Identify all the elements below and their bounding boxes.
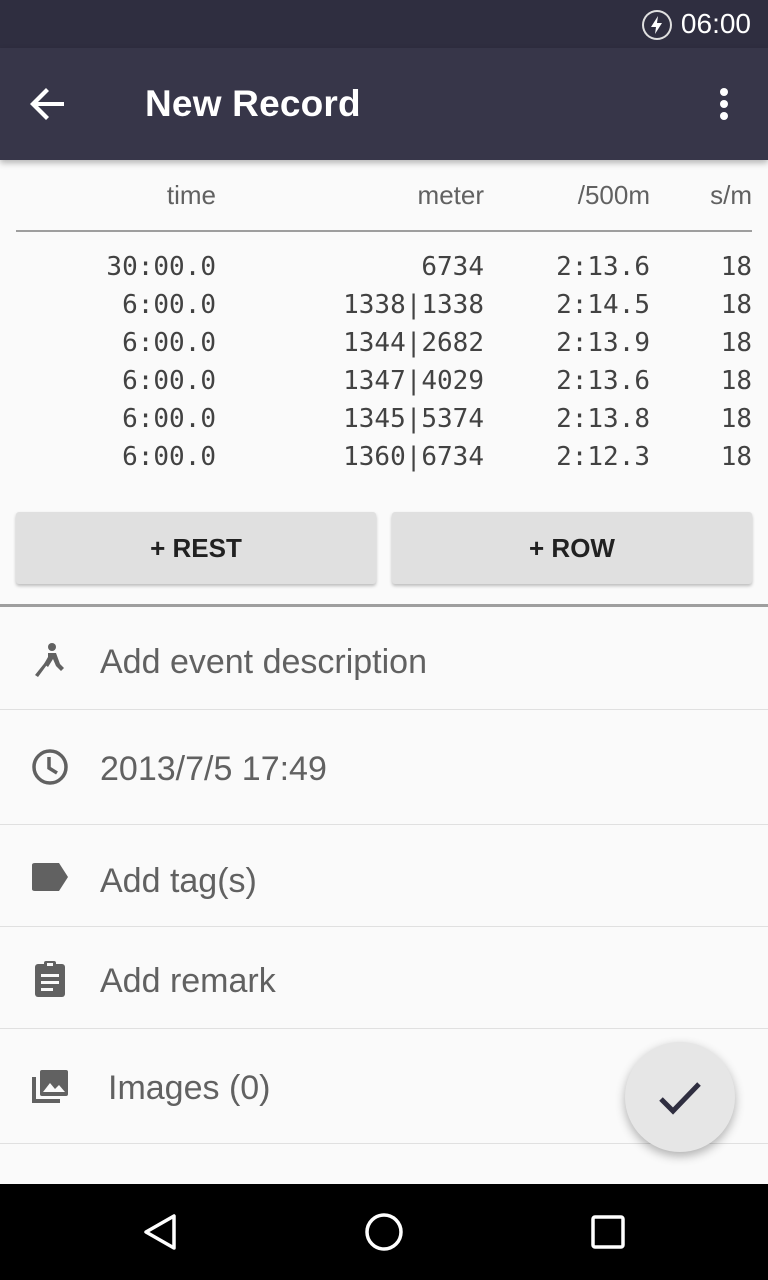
check-icon (659, 1082, 701, 1115)
page-title: New Record (145, 83, 361, 124)
recents-square-icon[interactable] (584, 1208, 632, 1256)
table-row[interactable]: 6:00.0 1360|6734 2:12.3 18 (16, 442, 752, 480)
datetime-text: 2013/7/5 17:49 (100, 750, 327, 788)
cell-pace: 2:12.3 (556, 442, 650, 472)
label-icon (30, 857, 70, 897)
back-triangle-icon[interactable] (136, 1208, 184, 1256)
cell-meter: 1338|1338 (343, 290, 484, 320)
cell-meter: 6734 (421, 252, 484, 282)
rowing-icon (30, 640, 70, 680)
save-fab-button[interactable] (625, 1042, 735, 1152)
table-row[interactable]: 6:00.0 1345|5374 2:13.8 18 (16, 404, 752, 442)
cell-time: 6:00.0 (122, 442, 216, 472)
cell-time: 6:00.0 (122, 404, 216, 434)
home-circle-icon[interactable] (360, 1208, 408, 1256)
tags-text: Add tag(s) (100, 862, 257, 900)
column-header-meter: meter (417, 180, 484, 210)
cell-spm: 18 (720, 290, 752, 320)
status-time: 06:00 (680, 8, 751, 39)
cell-meter: 1345|5374 (343, 404, 484, 434)
cell-pace: 2:13.8 (556, 404, 650, 434)
cell-spm: 18 (720, 366, 752, 396)
image-icon (30, 1067, 70, 1107)
app-bar: New Record (0, 48, 768, 160)
add-row-button[interactable]: + ROW (392, 512, 752, 584)
table-row[interactable]: 6:00.0 1338|1338 2:14.5 18 (16, 290, 752, 328)
column-header-spm: s/m (710, 180, 752, 210)
more-vert-icon[interactable] (700, 80, 748, 128)
event-description-field[interactable]: Add event description (0, 607, 768, 710)
cell-pace: 2:13.9 (556, 328, 650, 358)
cell-time: 6:00.0 (122, 290, 216, 320)
cell-spm: 18 (720, 252, 752, 282)
battery-charging-icon (642, 10, 672, 40)
event-description-text: Add event description (100, 643, 427, 681)
add-rest-button[interactable]: + REST (16, 512, 376, 584)
cell-time: 30:00.0 (106, 252, 216, 282)
cell-meter: 1360|6734 (343, 442, 484, 472)
arrow-back-icon[interactable] (24, 80, 88, 128)
table-row[interactable]: 6:00.0 1347|4029 2:13.6 18 (16, 366, 752, 404)
cell-spm: 18 (720, 404, 752, 434)
cell-time: 6:00.0 (122, 328, 216, 358)
cell-meter: 1344|2682 (343, 328, 484, 358)
remark-field[interactable]: Add remark (0, 927, 768, 1029)
table-header: time meter /500m s/m (16, 180, 752, 232)
column-header-time: time (166, 180, 216, 210)
cell-time: 6:00.0 (122, 366, 216, 396)
system-nav-bar (0, 1184, 768, 1280)
status-bar: 06:00 (0, 0, 768, 48)
cell-pace: 2:14.5 (556, 290, 650, 320)
table-row[interactable]: 6:00.0 1344|2682 2:13.9 18 (16, 328, 752, 366)
cell-pace: 2:13.6 (556, 366, 650, 396)
interval-table: 30:00.0 6734 2:13.6 18 6:00.0 1338|1338 … (16, 252, 752, 480)
cell-spm: 18 (720, 328, 752, 358)
cell-pace: 2:13.6 (556, 252, 650, 282)
tags-field[interactable]: Add tag(s) (0, 825, 768, 927)
column-header-pace: /500m (577, 180, 650, 210)
cell-meter: 1347|4029 (343, 366, 484, 396)
images-text: Images (0) (108, 1069, 271, 1107)
datetime-field[interactable]: 2013/7/5 17:49 (0, 710, 768, 825)
remark-text: Add remark (100, 962, 276, 1000)
cell-spm: 18 (720, 442, 752, 472)
table-row[interactable]: 30:00.0 6734 2:13.6 18 (16, 252, 752, 290)
clipboard-icon (30, 959, 70, 999)
clock-icon (30, 747, 70, 787)
